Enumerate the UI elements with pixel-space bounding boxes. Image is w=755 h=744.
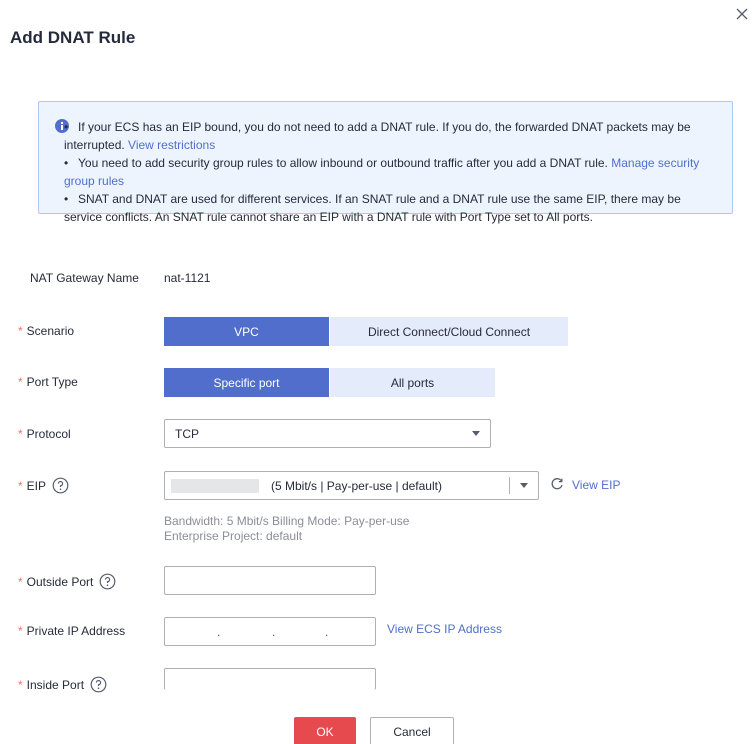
separator — [509, 477, 510, 494]
notice-text: SNAT and DNAT are used for different ser… — [64, 192, 681, 224]
ip-dot: . — [325, 625, 329, 639]
eip-label: * EIP — [18, 477, 69, 494]
add-dnat-rule-dialog: Add DNAT Rule • If your ECS has an EIP bo… — [0, 0, 755, 744]
view-eip-link[interactable]: View EIP — [572, 478, 620, 492]
info-notice: • If your ECS has an EIP bound, you do no… — [38, 101, 733, 224]
protocol-select[interactable]: TCP — [164, 419, 491, 448]
port-type-option-all[interactable]: All ports — [329, 368, 495, 397]
nat-gateway-name-label: NAT Gateway Name — [30, 271, 139, 285]
eip-label-text: EIP — [26, 478, 47, 493]
nat-gateway-name-label-text: NAT Gateway Name — [30, 271, 139, 285]
outside-port-label-text: Outside Port — [26, 574, 94, 589]
notice-text: You need to add security group rules to … — [78, 156, 612, 170]
inside-port-label: * Inside Port — [18, 676, 107, 693]
port-type-label-text: Port Type — [26, 375, 78, 389]
inside-port-input[interactable] — [164, 668, 376, 690]
chevron-down-icon — [472, 431, 480, 436]
eip-masked-address — [171, 478, 259, 493]
scenario-label: * Scenario — [18, 324, 74, 338]
eip-bandwidth-hint: Bandwidth: 5 Mbit/s Billing Mode: Pay-pe… — [164, 514, 410, 528]
notice-item: • If your ECS has an EIP bound, you do no… — [64, 118, 714, 154]
required-mark: * — [18, 624, 23, 638]
scenario-label-text: Scenario — [26, 324, 75, 338]
required-mark: * — [18, 324, 23, 338]
eip-select[interactable]: (5 Mbit/s | Pay-per-use | default) — [164, 471, 539, 500]
notice-item: • SNAT and DNAT are used for different se… — [64, 190, 714, 226]
required-mark: * — [18, 375, 23, 389]
protocol-value: TCP — [175, 426, 199, 441]
chevron-down-icon — [520, 483, 528, 488]
scenario-selector: VPC Direct Connect/Cloud Connect — [164, 317, 568, 346]
view-restrictions-link[interactable]: View restrictions — [128, 138, 215, 152]
required-mark: * — [18, 427, 23, 441]
close-icon[interactable] — [733, 5, 751, 23]
help-icon[interactable] — [99, 573, 116, 590]
notice-item: • You need to add security group rules to… — [64, 154, 714, 190]
port-type-label: * Port Type — [18, 375, 78, 389]
bullet: • — [64, 120, 69, 134]
outside-port-label: * Outside Port — [18, 573, 116, 590]
nat-gateway-name-value: nat-1121 — [164, 271, 211, 285]
view-ecs-ip-address-link[interactable]: View ECS IP Address — [387, 622, 502, 636]
private-ip-input[interactable]: . . . — [164, 617, 376, 646]
help-icon[interactable] — [52, 477, 69, 494]
eip-enterprise-project-hint: Enterprise Project: default — [164, 529, 303, 543]
inside-port-label-text: Inside Port — [26, 677, 85, 692]
port-type-selector: Specific port All ports — [164, 368, 495, 397]
cancel-button[interactable]: Cancel — [370, 717, 454, 744]
scenario-option-direct-connect[interactable]: Direct Connect/Cloud Connect — [329, 317, 568, 346]
ip-dot: . — [217, 625, 221, 639]
refresh-icon[interactable] — [550, 477, 564, 491]
scenario-option-vpc[interactable]: VPC — [164, 317, 329, 346]
bullet: • — [64, 192, 69, 206]
protocol-label: * Protocol — [18, 427, 71, 441]
required-mark: * — [18, 677, 23, 692]
eip-value: (5 Mbit/s | Pay-per-use | default) — [271, 478, 442, 493]
private-ip-label: * Private IP Address — [18, 624, 125, 638]
port-type-option-specific[interactable]: Specific port — [164, 368, 329, 397]
dialog-title: Add DNAT Rule — [10, 28, 136, 47]
ok-button[interactable]: OK — [294, 717, 356, 744]
required-mark: * — [18, 574, 23, 589]
help-icon[interactable] — [90, 676, 107, 693]
private-ip-label-text: Private IP Address — [26, 624, 126, 638]
outside-port-input[interactable] — [164, 566, 376, 595]
bullet: • — [64, 156, 69, 170]
ip-dot: . — [272, 625, 276, 639]
required-mark: * — [18, 478, 23, 493]
notice-body: • If your ECS has an EIP bound, you do no… — [64, 118, 714, 226]
protocol-label-text: Protocol — [26, 427, 71, 441]
